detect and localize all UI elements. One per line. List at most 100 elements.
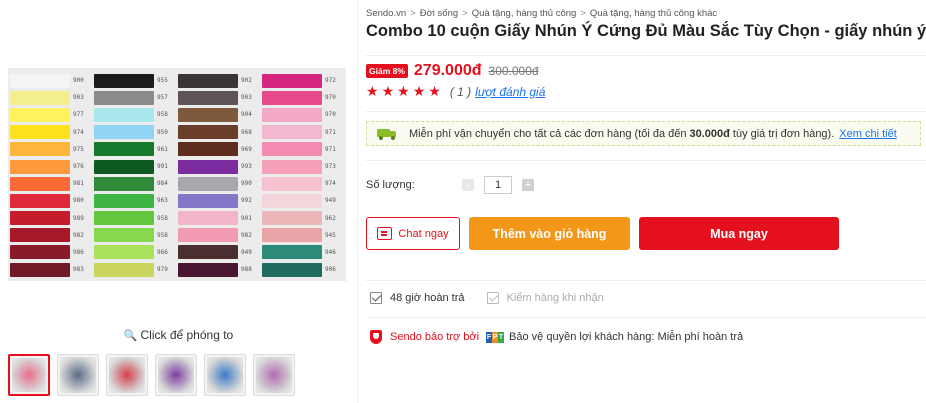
swatch-number: 906 [325,266,336,274]
chat-icon [377,227,393,240]
old-price: 300.000đ [488,64,539,78]
shipping-text-after: tùy giá trị đơn hàng). [732,127,835,140]
swatch-row: 989 [10,210,90,227]
swatch-row: 906 [262,261,342,278]
thumbnail-2[interactable] [57,354,99,396]
add-to-cart-button[interactable]: Thêm vào giỏ hàng [469,217,630,250]
color-swatch [178,262,238,277]
quantity-row: Số lượng: - + [366,176,534,194]
swatch-number: 990 [241,180,252,188]
swatch-number: 989 [73,214,84,222]
color-swatch [10,159,70,174]
truck-icon [377,128,397,140]
swatch-row: 966 [94,244,174,261]
color-swatch [178,90,238,105]
color-swatch [262,125,322,140]
swatch-row: 969 [178,141,258,158]
color-swatch [262,262,322,277]
swatch-row: 900 [10,72,90,89]
chat-now-button[interactable]: Chat ngay [366,217,460,250]
swatch-number: 970 [325,111,336,119]
swatch-row: 982 [10,227,90,244]
add-to-cart-label: Thêm vào giỏ hàng [492,226,607,241]
color-swatch [10,107,70,122]
rating-stars: ★ ★ ★ ★ ★ [366,83,444,100]
shipping-text: Miễn phí vận chuyển cho tất cả các đơn h… [409,127,687,140]
breadcrumb-separator: > [410,8,416,19]
zoom-hint[interactable]: 🔍 Click để phóng to [0,328,357,342]
checkbox-icon [486,292,499,304]
thumbnail-1[interactable] [8,354,50,396]
swatch-row: 993 [178,158,258,175]
quantity-plus-button[interactable]: + [522,179,534,191]
breadcrumb: Sendo.vn > Đời sống > Quà tặng, hàng thủ côn… [366,8,717,19]
swatch-number: 976 [73,163,84,171]
breadcrumb-separator: > [580,8,586,19]
swatch-number: 972 [325,77,336,85]
color-swatch [94,176,154,191]
color-swatch [10,228,70,243]
breadcrumb-item-qua-tang[interactable]: Quà tặng, hàng thủ công [472,8,577,19]
buy-now-button[interactable]: Mua ngay [639,217,839,250]
swatch-row: 903 [10,89,90,106]
swatch-number: 903 [241,94,252,102]
rating-count: ( 1 ) [449,84,472,99]
color-swatch [178,228,238,243]
swatch-row: 973 [262,158,342,175]
thumbnail-strip [8,354,295,396]
swatch-row: 980 [10,192,90,209]
quantity-input[interactable] [484,176,512,194]
color-swatch [10,73,70,88]
quantity-minus-button[interactable]: - [462,179,474,191]
thumbnail-3[interactable] [106,354,148,396]
thumbnail-image [256,357,292,393]
breadcrumb-item-home[interactable]: Sendo.vn [366,8,406,19]
guarantee-row: 48 giờ hoàn trả Kiểm hàng khi nhận [370,292,604,304]
color-swatch [262,73,322,88]
swatch-row: 946 [262,244,342,261]
swatch-row: 963 [94,192,174,209]
color-swatch [94,262,154,277]
shipping-details-link[interactable]: Xem chi tiết [839,128,896,140]
quantity-label: Số lượng: [366,179,415,191]
swatch-row: 904 [178,106,258,123]
swatch-number: 975 [73,145,84,153]
swatch-number: 901 [241,214,252,222]
swatch-number: 968 [241,128,252,136]
swatch-number: 904 [241,111,252,119]
rating-link[interactable]: lượt đánh giá [475,85,545,99]
swatch-number: 973 [325,163,336,171]
swatch-row: 972 [262,72,342,89]
swatch-row: 971 [262,124,342,141]
breadcrumb-item-doi-song[interactable]: Đời sống [420,8,458,19]
product-main-image[interactable]: 900 903 977 974 975 976 981 980 989 982 986 983 955 9… [8,68,346,281]
color-swatch [262,176,322,191]
swatch-row: 958 [94,210,174,227]
swatch-number: 983 [73,266,84,274]
thumbnail-5[interactable] [204,354,246,396]
color-swatch [178,176,238,191]
color-swatch [94,159,154,174]
swatch-column: 900 903 977 974 975 976 981 980 989 982 986 983 [10,72,90,278]
thumbnail-6[interactable] [253,354,295,396]
swatch-number: 958 [157,231,168,239]
swatch-row: 961 [94,141,174,158]
swatch-number: 970 [325,94,336,102]
breadcrumb-item-qua-tang-khac[interactable]: Quà tặng, hàng thủ công khác [590,8,717,19]
thumbnail-image [12,358,46,392]
color-swatch [262,245,322,260]
color-swatch [10,211,70,226]
divider [366,317,926,318]
swatch-number: 958 [157,111,168,119]
color-swatch [262,107,322,122]
chat-now-label: Chat ngay [398,227,449,240]
color-swatch [262,228,322,243]
color-swatch [10,193,70,208]
swatch-row: 957 [94,89,174,106]
shield-icon [370,330,382,344]
swatch-number: 946 [325,248,336,256]
swatch-number: 949 [241,248,252,256]
color-swatch [178,73,238,88]
color-swatch [178,193,238,208]
thumbnail-4[interactable] [155,354,197,396]
